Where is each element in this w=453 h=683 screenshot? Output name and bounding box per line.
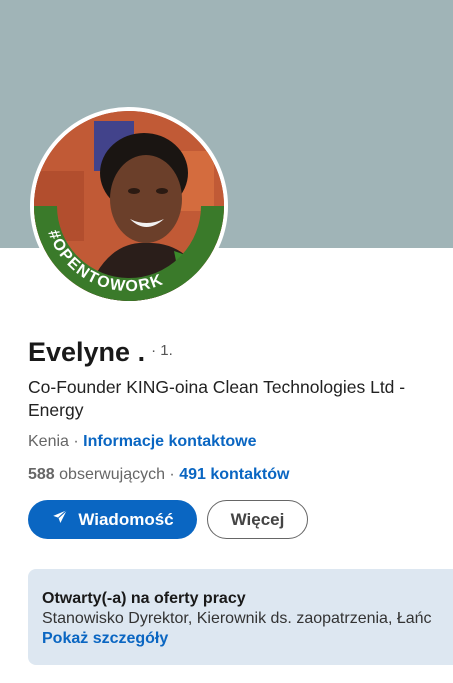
location-row: Kenia · Informacje kontaktowe	[28, 433, 257, 451]
show-details-link[interactable]: Pokaż szczegóły	[42, 630, 168, 648]
headline-line-2: Energy	[28, 400, 84, 420]
followers-label: obserwujących	[59, 466, 165, 483]
profile-name-row: Evelyne . · 1.	[28, 337, 173, 368]
connection-degree: · 1.	[151, 342, 173, 359]
more-button-label: Więcej	[230, 509, 285, 529]
message-button-label: Wiadomość	[78, 509, 174, 529]
stats-separator: ·	[164, 466, 180, 483]
followers-count: 588	[28, 466, 55, 483]
open-to-work-title: Otwarty(-a) na oferty pracy	[42, 590, 246, 607]
connections-link[interactable]: 491 kontaktów	[179, 466, 289, 483]
message-button[interactable]: Wiadomość	[28, 500, 197, 539]
avatar: #OPENTOWORK	[34, 111, 224, 301]
profile-name: Evelyne .	[28, 337, 146, 367]
send-icon	[51, 508, 69, 531]
more-button[interactable]: Więcej	[207, 500, 308, 539]
stats-row: 588 obserwujących · 491 kontaktów	[28, 466, 289, 484]
open-to-work-card[interactable]: Otwarty(-a) na oferty pracy Stanowisko D…	[28, 569, 453, 665]
profile-headline: Co-Founder KING-oina Clean Technologies …	[28, 376, 453, 422]
location: Kenia	[28, 433, 69, 450]
open-to-work-description: Stanowisko Dyrektor, Kierownik ds. zaopa…	[42, 610, 432, 627]
headline-line-1: Co-Founder KING-oina Clean Technologies …	[28, 377, 406, 397]
contact-info-link[interactable]: Informacje kontaktowe	[83, 433, 256, 450]
separator: ·	[68, 433, 84, 450]
avatar-photo-illustration: #OPENTOWORK	[34, 111, 224, 301]
profile-photo[interactable]: #OPENTOWORK	[30, 107, 228, 305]
